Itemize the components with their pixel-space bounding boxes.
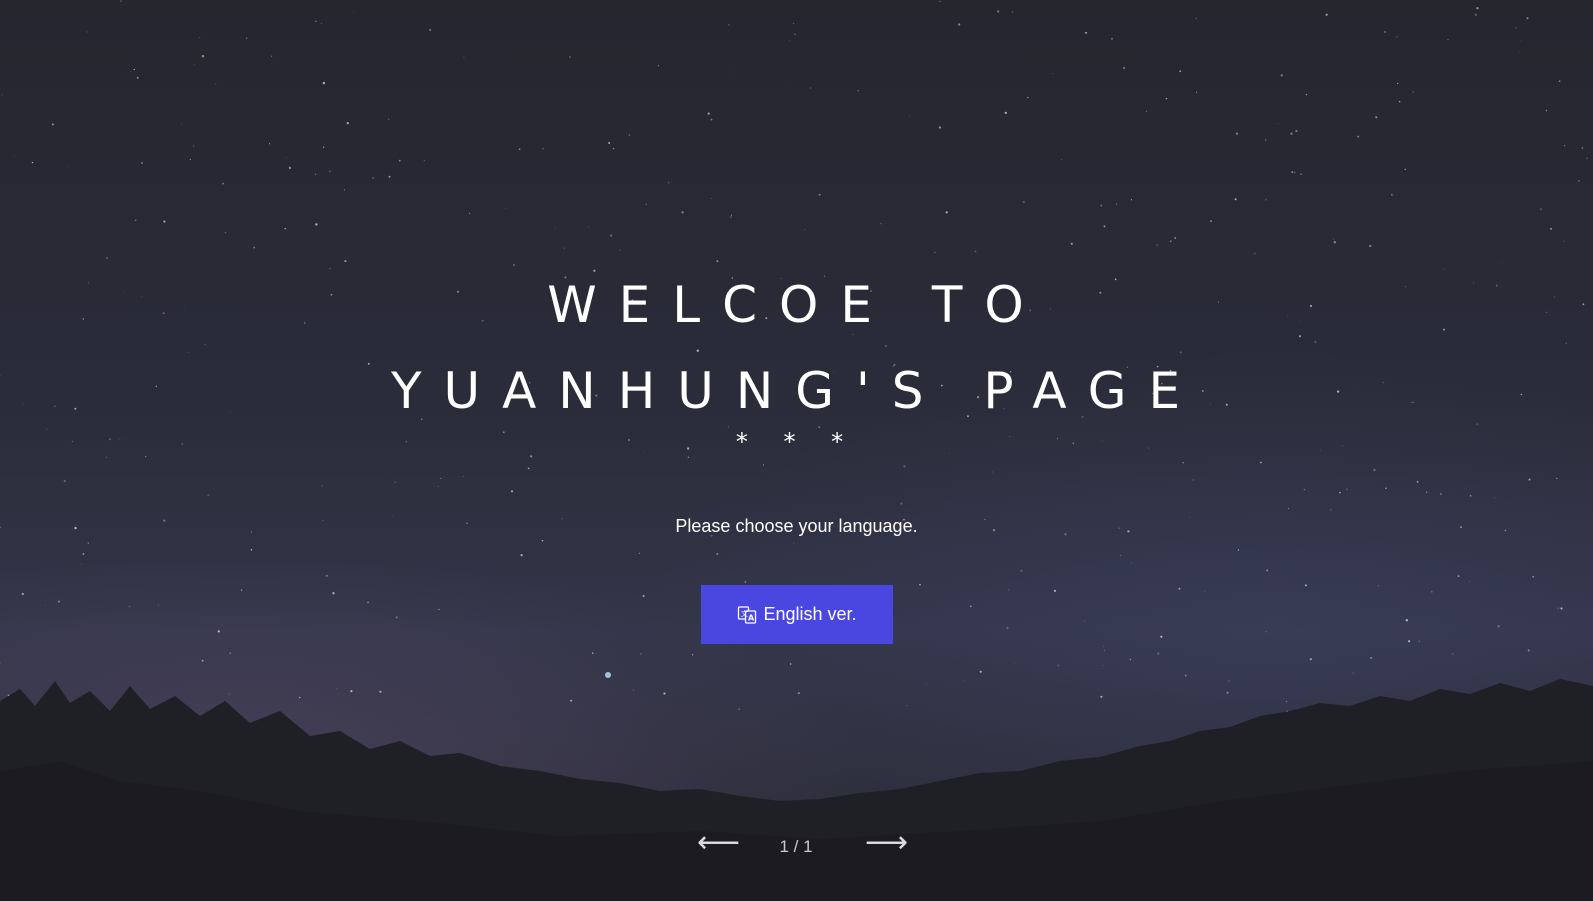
svg-text:A: A: [748, 613, 755, 622]
translate-icon: 文 A: [738, 605, 757, 624]
svg-text:文: 文: [741, 609, 748, 618]
arrow-right-icon[interactable]: ⟶: [865, 825, 908, 861]
page-title: WELCOE TO YUANHUNG'S PAGE: [390, 276, 1203, 420]
slide-counter: 1 / 1: [779, 837, 813, 856]
arrow-left-icon[interactable]: ⟵: [697, 825, 740, 861]
treeline-silhouette: [0, 679, 1593, 901]
hero-section: WELCOE TO YUANHUNG'S PAGE * * * Please c…: [0, 0, 1593, 901]
english-version-label: English ver.: [763, 604, 857, 624]
language-prompt: Please choose your language.: [675, 516, 918, 536]
slide-pager: ⟵ 1 / 1 ⟶: [0, 825, 1593, 865]
decorative-divider: * * *: [735, 428, 858, 456]
english-version-button[interactable]: 文 A English ver.: [701, 585, 893, 644]
